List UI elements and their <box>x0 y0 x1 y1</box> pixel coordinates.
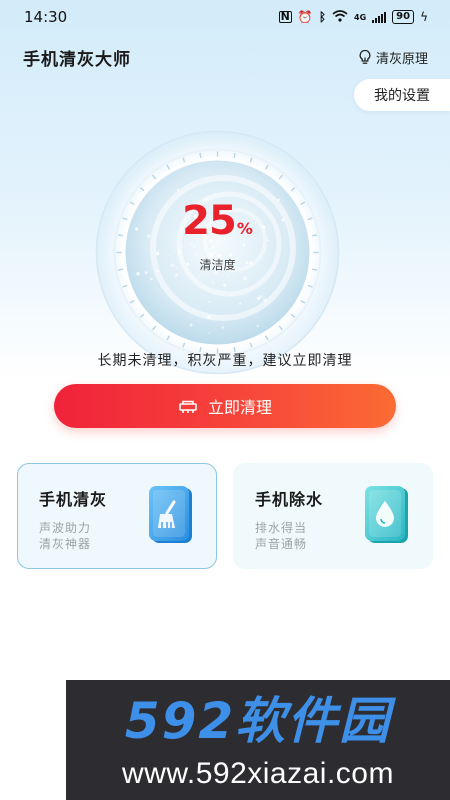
network-type: 4G <box>354 12 367 22</box>
dust-particle <box>256 324 259 328</box>
dust-particle <box>199 275 201 278</box>
status-bar: 14:30 N ⏰ ᛒ 4G 90 ϟ <box>0 0 450 34</box>
gauge-dial <box>95 130 340 375</box>
dust-particle <box>230 294 233 297</box>
principle-label: 清灰原理 <box>375 51 428 67</box>
water-drop-phone-icon <box>365 486 408 543</box>
battery-icon: 90 <box>392 10 415 24</box>
dust-particle <box>226 275 229 277</box>
percent-value: 25 <box>182 198 237 244</box>
dust-particle <box>242 276 247 281</box>
lightbulb-icon <box>359 49 371 64</box>
alarm-icon: ⏰ <box>297 10 313 24</box>
dust-particle <box>193 245 196 249</box>
status-icons: N ⏰ ᛒ 4G 90 ϟ <box>278 9 428 25</box>
battery-level: 90 <box>396 11 411 22</box>
dust-particle <box>207 315 211 319</box>
dust-particle <box>211 246 214 249</box>
cleanliness-percent: 25% <box>95 198 340 244</box>
wifi-icon <box>332 9 348 25</box>
dust-particle <box>239 302 241 305</box>
percent-unit: % <box>236 219 253 238</box>
nfc-icon: N <box>278 10 292 23</box>
principle-link[interactable]: 清灰原理 <box>357 48 428 67</box>
clean-now-button[interactable]: 立即清理 <box>54 384 396 428</box>
dust-particle <box>150 277 153 281</box>
dust-particle <box>181 245 183 247</box>
my-settings-button[interactable]: 我的设置 <box>354 79 450 111</box>
feature-card-dust-clean[interactable]: 手机清灰 声波助力 清灰神器 <box>17 463 217 569</box>
dust-particle <box>177 250 182 254</box>
signal-icon <box>372 11 387 23</box>
watermark-url: www.592xiazai.com <box>122 757 394 790</box>
dust-particle <box>221 326 225 329</box>
watermark-logo: 592软件园 <box>125 692 396 750</box>
dust-particle <box>175 273 179 277</box>
gauge-tick <box>199 152 202 159</box>
gauge-tick <box>233 152 236 159</box>
cleanliness-gauge: 25% 清洁度 <box>95 130 340 375</box>
app-title: 手机清灰大师 <box>23 49 131 70</box>
dust-particle <box>283 286 285 289</box>
advice-text: 长期未清理，积灰严重，建议立即清理 <box>97 353 353 369</box>
svg-text:592软件园: 592软件园 <box>125 692 396 750</box>
app-header: 手机清灰大师 清灰原理 <box>0 40 450 74</box>
clean-now-label: 立即清理 <box>207 398 272 417</box>
dust-particle <box>208 332 210 334</box>
dust-particle <box>189 323 193 327</box>
broom-phone-icon <box>149 486 192 543</box>
feature-card-water-eject[interactable]: 手机除水 排水得当 声音通畅 <box>233 463 433 569</box>
dust-particle <box>177 189 179 191</box>
dust-particle <box>257 296 260 300</box>
bluetooth-icon: ᛒ <box>318 10 327 24</box>
watermark-banner: 592软件园 www.592xiazai.com <box>66 680 450 800</box>
charging-icon: ϟ <box>420 10 428 24</box>
status-time: 14:30 <box>24 8 68 26</box>
dust-particle <box>208 300 211 303</box>
dust-particle <box>156 251 160 256</box>
dust-particle <box>263 298 267 303</box>
cleanliness-label: 清洁度 <box>199 258 236 272</box>
dust-particle <box>214 250 217 253</box>
dust-particle <box>211 281 214 284</box>
dust-particle <box>223 283 227 287</box>
broom-icon <box>179 400 197 413</box>
